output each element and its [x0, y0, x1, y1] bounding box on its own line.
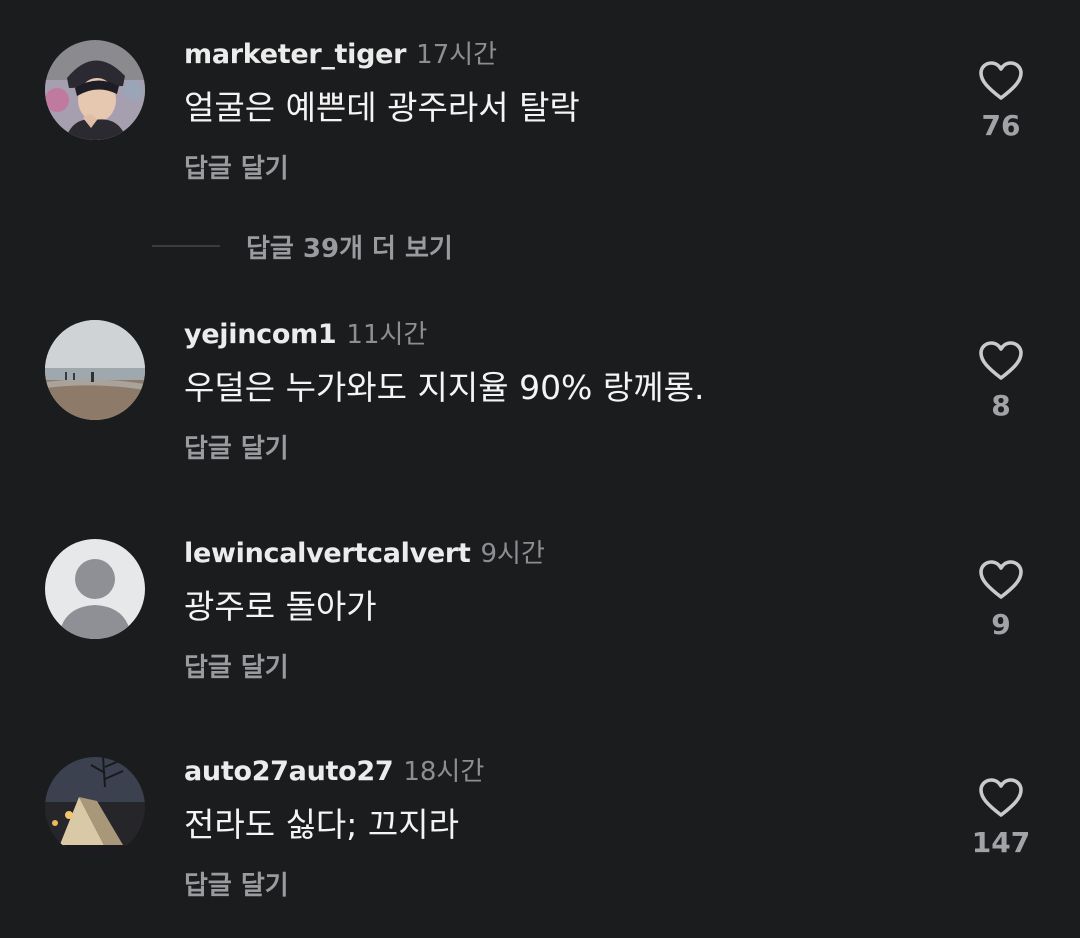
comment-text: 광주로 돌아가: [184, 587, 377, 626]
username[interactable]: marketer_tiger: [184, 39, 406, 70]
comment-time: 17시간: [416, 40, 498, 70]
like-control: 9: [960, 559, 1042, 643]
avatar[interactable]: [45, 40, 145, 140]
comment-time: 9시간: [480, 539, 545, 569]
like-count: 9: [991, 608, 1011, 641]
divider-line: [152, 245, 220, 247]
comment-text: 전라도 싫다; 끄지라: [184, 805, 459, 844]
beach-photo-avatar-icon: [45, 320, 145, 420]
avatar[interactable]: [45, 539, 145, 639]
comment-text: 우덜은 누가와도 지지율 90% 랑께롱.: [184, 368, 705, 407]
like-count: 147: [971, 826, 1031, 859]
heart-icon[interactable]: [978, 340, 1024, 382]
heart-icon[interactable]: [978, 777, 1024, 819]
reply-button[interactable]: 답글 달기: [184, 431, 289, 467]
reply-button[interactable]: 답글 달기: [184, 650, 289, 686]
like-count: 76: [981, 109, 1021, 142]
comment-meta: lewincalvertcalvert 9시간: [184, 535, 545, 576]
comment-time: 11시간: [346, 320, 428, 350]
heart-icon[interactable]: [978, 60, 1024, 102]
comment-meta: yejincom1 11시간: [184, 316, 427, 357]
comment-text: 얼굴은 예쁜데 광주라서 탈락: [184, 88, 580, 127]
heart-icon[interactable]: [978, 559, 1024, 601]
comment-meta: marketer_tiger 17시간: [184, 36, 497, 77]
like-control: 8: [960, 340, 1042, 424]
view-more-replies[interactable]: 답글 39개 더 보기: [152, 226, 453, 266]
like-control: 147: [960, 777, 1042, 861]
reply-button[interactable]: 답글 달기: [184, 868, 289, 904]
username[interactable]: yejincom1: [184, 319, 337, 350]
view-more-replies-label[interactable]: 답글 39개 더 보기: [246, 228, 453, 265]
like-control: 76: [960, 60, 1042, 144]
camping-photo-avatar-icon: [45, 757, 145, 857]
avatar[interactable]: [45, 757, 145, 857]
avatar[interactable]: [45, 320, 145, 420]
photo-avatar-icon: [45, 40, 145, 140]
username[interactable]: auto27auto27: [184, 756, 394, 787]
like-count: 8: [991, 389, 1011, 422]
username[interactable]: lewincalvertcalvert: [184, 538, 471, 569]
comment-time: 18시간: [403, 757, 485, 787]
default-user-avatar-icon: [45, 539, 145, 639]
comment-meta: auto27auto27 18시간: [184, 753, 484, 794]
reply-button[interactable]: 답글 달기: [184, 151, 289, 187]
